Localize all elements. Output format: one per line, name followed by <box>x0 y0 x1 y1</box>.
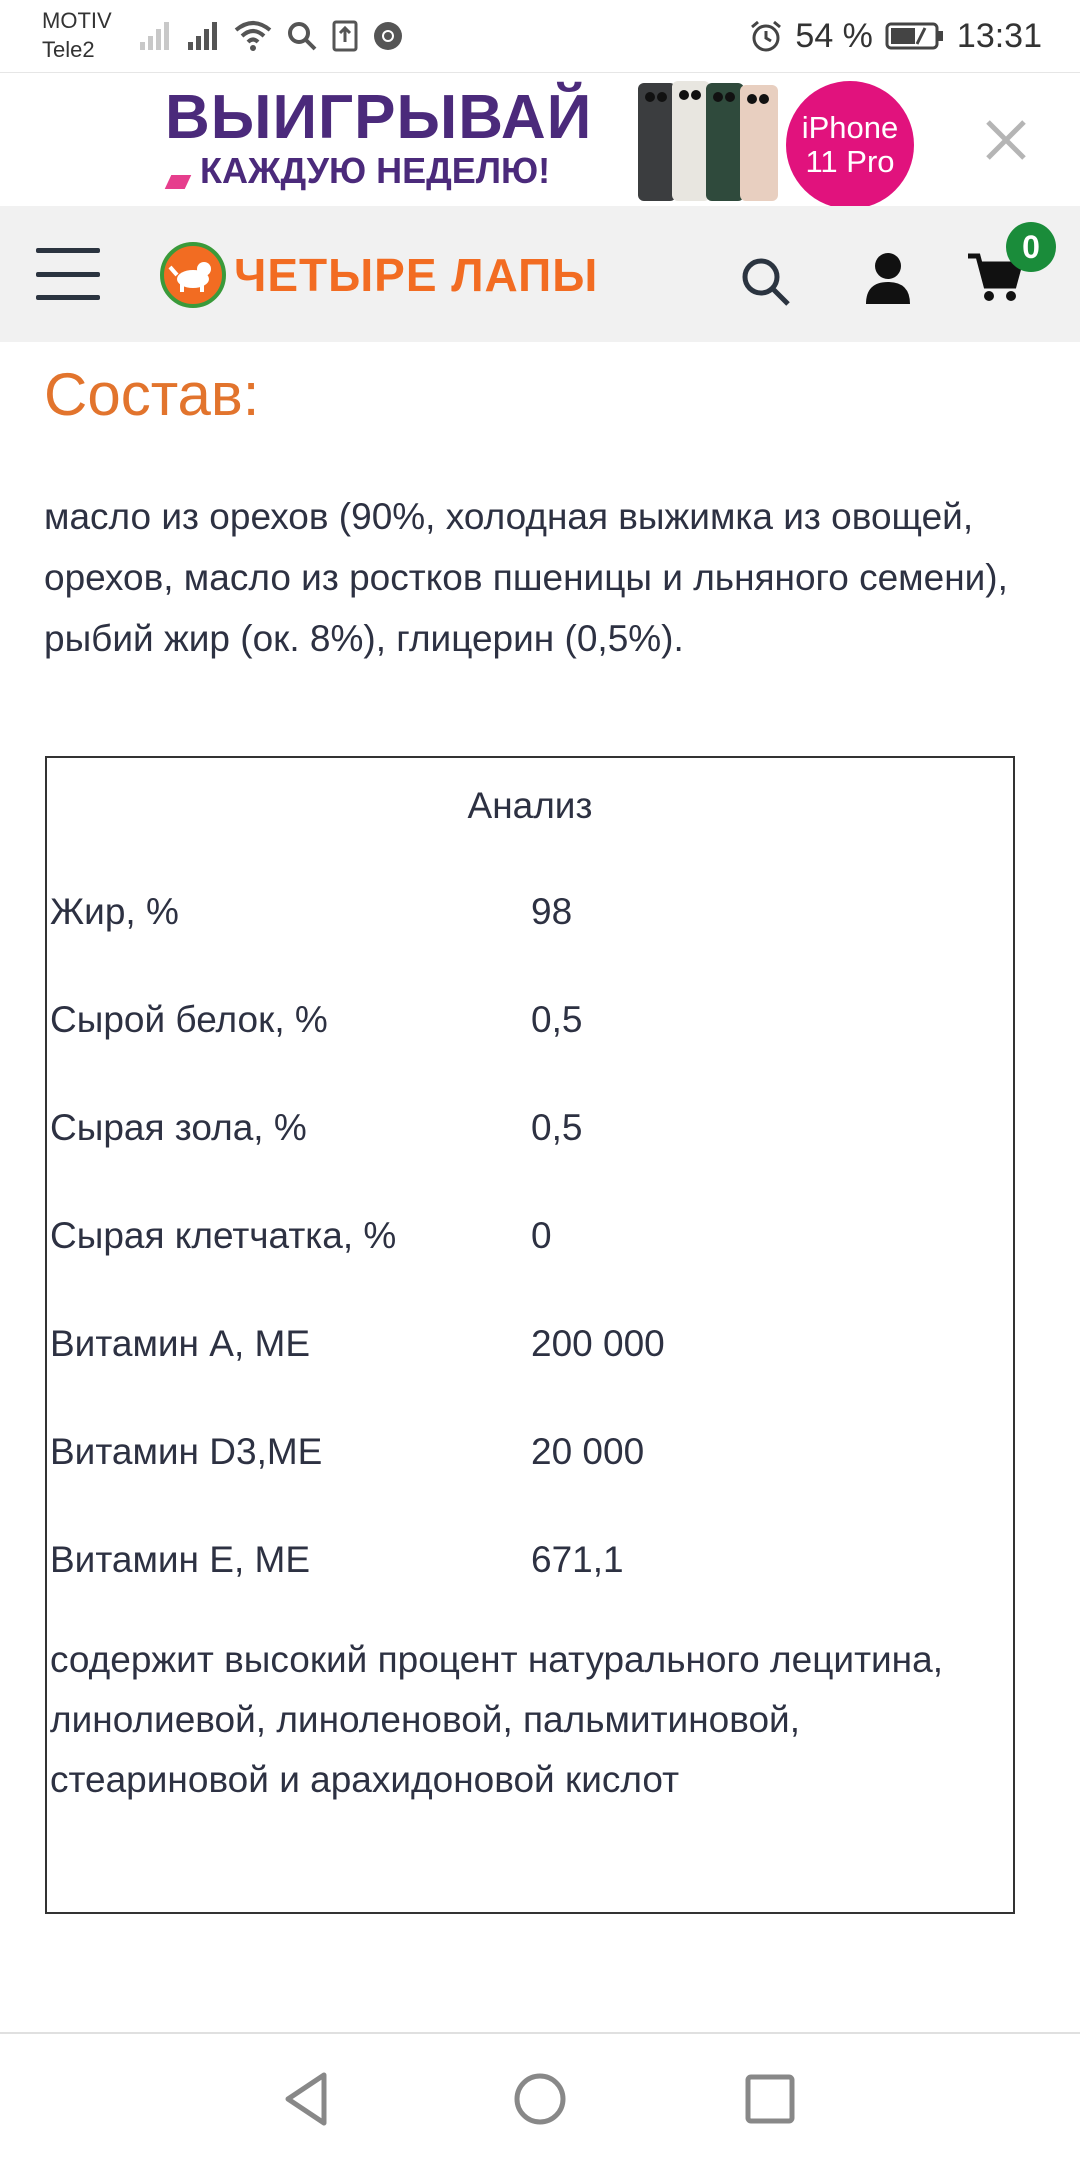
table-note: содержит высокий процент натурального ле… <box>50 1639 943 1800</box>
row-label: Сырая зола, % <box>50 1107 307 1148</box>
row-label: Витамин D3,МЕ <box>50 1431 323 1472</box>
status-icons-left <box>138 16 404 56</box>
ad-badge-line-1: iPhone <box>801 110 899 145</box>
table-row: Сырая клетчатка, % 0 <box>47 1208 1013 1264</box>
row-value: 0,5 <box>531 1107 583 1148</box>
logo-text: ЧЕТЫРЕ ЛАПЫ <box>234 249 599 301</box>
analysis-table: Анализ Жир, % 98 Сырой белок, % 0,5 Сыра… <box>45 756 1015 1914</box>
battery-percent: 54 % <box>795 16 873 55</box>
table-row: Сырой белок, % 0,5 <box>47 992 1013 1048</box>
row-value: 671,1 <box>531 1539 624 1580</box>
row-label: Сырая клетчатка, % <box>50 1215 397 1256</box>
table-row: Сырая зола, % 0,5 <box>47 1100 1013 1156</box>
site-header: ЧЕТЫРЕ ЛАПЫ <box>0 206 1080 342</box>
ad-banner[interactable]: ВЫИГРЫВАЙ КАЖДУЮ НЕДЕЛЮ! iPhone 11 Pro <box>0 72 1080 209</box>
composition-text: масло из орехов (90%, холодная выжимка и… <box>44 496 1008 659</box>
row-value: 98 <box>531 891 573 932</box>
status-bar: MOTIV Tele2 54 % 13:31 <box>0 0 1080 72</box>
table-row: Витамин А, МЕ 200 000 <box>47 1316 1013 1372</box>
phones-image <box>636 79 811 203</box>
wifi-icon <box>234 20 272 52</box>
account-button[interactable] <box>862 250 914 306</box>
ad-accent-shape <box>164 175 192 189</box>
back-icon <box>285 2072 327 2126</box>
ad-badge: iPhone 11 Pro <box>786 81 914 209</box>
search-button[interactable] <box>738 254 794 310</box>
search-icon <box>286 20 318 52</box>
close-icon <box>986 120 1026 160</box>
user-icon <box>866 253 910 304</box>
battery-icon <box>885 21 945 51</box>
clock: 13:31 <box>956 16 1042 55</box>
carrier-name: MOTIV Tele2 <box>42 6 132 64</box>
search-icon <box>742 258 790 306</box>
cart-count-badge: 0 <box>1006 222 1056 272</box>
navigation-bar <box>0 2032 1080 2160</box>
home-button[interactable] <box>505 2064 575 2134</box>
ad-close-button[interactable] <box>976 110 1036 170</box>
table-caption: Анализ <box>467 785 593 826</box>
signal-icon <box>138 20 172 52</box>
back-button[interactable] <box>272 2064 342 2134</box>
row-value: 200 000 <box>531 1323 665 1364</box>
row-label: Витамин Е, МЕ <box>50 1539 311 1580</box>
row-label: Витамин А, МЕ <box>50 1323 311 1364</box>
recents-icon <box>745 2074 795 2124</box>
ad-subtitle: КАЖДУЮ НЕДЕЛЮ! <box>200 150 551 191</box>
table-row: Жир, % 98 <box>47 884 1013 940</box>
carrier-line-2: Tele2 <box>42 37 95 62</box>
status-icons-right: 54 % 13:31 <box>749 14 1042 58</box>
row-value: 20 000 <box>531 1431 645 1472</box>
row-label: Жир, % <box>50 891 179 932</box>
ad-badge-line-2: 11 Pro <box>805 144 895 179</box>
alarm-icon <box>749 19 783 53</box>
menu-icon-bar <box>36 295 100 300</box>
row-value: 0,5 <box>531 999 583 1040</box>
signal-icon <box>186 20 220 52</box>
section-title: Состав: <box>44 361 260 428</box>
table-row: Витамин D3,МЕ 20 000 <box>47 1424 1013 1480</box>
menu-button[interactable] <box>36 248 100 300</box>
ad-title: ВЫИГРЫВАЙ <box>165 83 593 152</box>
home-icon <box>514 2073 566 2125</box>
row-label: Сырой белок, % <box>50 999 328 1040</box>
table-row: Витамин Е, МЕ 671,1 <box>47 1532 1013 1588</box>
chrome-icon <box>372 20 404 52</box>
menu-icon-bar <box>36 271 100 277</box>
carrier-line-1: MOTIV <box>42 8 112 33</box>
download-icon <box>332 20 358 52</box>
row-value: 0 <box>531 1215 552 1256</box>
site-logo[interactable]: ЧЕТЫРЕ ЛАПЫ <box>160 242 598 308</box>
menu-icon-bar <box>36 248 100 253</box>
dog-logo-icon <box>160 242 226 308</box>
recents-button[interactable] <box>735 2064 805 2134</box>
